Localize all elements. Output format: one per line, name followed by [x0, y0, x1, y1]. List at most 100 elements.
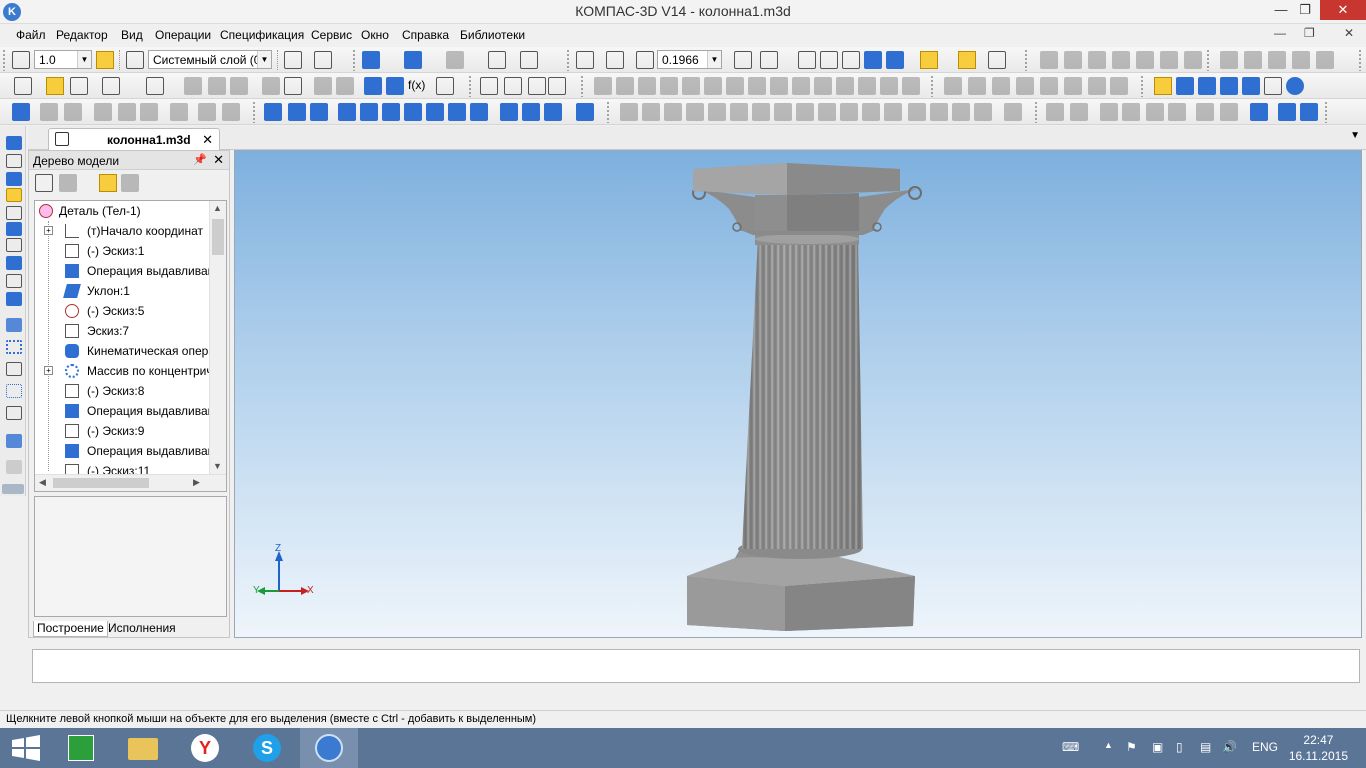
library4-icon[interactable]: [1242, 77, 1260, 95]
tab-list-arrow-icon[interactable]: ▼: [1350, 130, 1360, 141]
store-app-button[interactable]: [52, 728, 110, 768]
menu-service[interactable]: Сервис: [311, 28, 352, 42]
scroll-thumb[interactable]: [53, 478, 149, 488]
collect-icon[interactable]: [1004, 103, 1022, 121]
step-cursor-icon[interactable]: [12, 51, 30, 69]
sheet-bend-icon[interactable]: [1278, 103, 1296, 121]
shell-icon[interactable]: [544, 103, 562, 121]
roughness-icon[interactable]: [638, 77, 656, 95]
text-icon[interactable]: [594, 77, 612, 95]
language-indicator[interactable]: ENG: [1252, 740, 1278, 754]
grid-icon[interactable]: [118, 103, 136, 121]
expand-icon[interactable]: +: [44, 226, 53, 235]
expand-toolbar-icon[interactable]: [2, 484, 24, 494]
surfaces-icon[interactable]: [6, 172, 22, 186]
orient-icon[interactable]: [760, 51, 778, 69]
section-icon[interactable]: [988, 51, 1006, 69]
mark-icon[interactable]: [748, 77, 766, 95]
parameterize-icon[interactable]: [314, 51, 332, 69]
scroll-right-icon[interactable]: ▶: [193, 477, 200, 488]
tree-item[interactable]: Уклон:1: [35, 281, 209, 301]
hole-icon[interactable]: [500, 103, 518, 121]
3d-viewport[interactable]: Z Y X: [234, 150, 1362, 638]
sheet-metal-icon[interactable]: [1250, 103, 1268, 121]
dimensions-3d-icon[interactable]: [6, 238, 22, 252]
instant-render-icon[interactable]: [958, 51, 976, 69]
dimensions-icon[interactable]: [520, 51, 538, 69]
clock[interactable]: 22:47 16.11.2015: [1289, 732, 1348, 764]
copy-icon[interactable]: [1220, 51, 1238, 69]
surface4-icon[interactable]: [1016, 77, 1034, 95]
param-icon[interactable]: [170, 103, 188, 121]
measure-icon[interactable]: [1040, 51, 1058, 69]
zoom-combo[interactable]: 0.1966 ▼: [657, 50, 722, 69]
mirror-icon[interactable]: [1244, 51, 1262, 69]
table-array-icon[interactable]: [6, 406, 22, 420]
surface-loft-icon[interactable]: [1122, 103, 1140, 121]
open-icon[interactable]: [46, 77, 64, 95]
hexagon-icon[interactable]: [884, 103, 902, 121]
angle-icon[interactable]: [1112, 51, 1130, 69]
wireframe-icon[interactable]: [798, 51, 816, 69]
mdi-restore-icon[interactable]: ❐: [1304, 26, 1315, 40]
library-manager-icon[interactable]: [1154, 77, 1172, 95]
mdi-minimize-icon[interactable]: —: [1274, 26, 1286, 40]
surface8-icon[interactable]: [1110, 77, 1128, 95]
tree-item[interactable]: + (т)Начало координат: [35, 221, 209, 241]
center-icon[interactable]: [858, 77, 876, 95]
arc-icon[interactable]: [708, 103, 726, 121]
surface7-icon[interactable]: [1088, 77, 1106, 95]
polyline-icon[interactable]: [664, 103, 682, 121]
surface-extend-icon[interactable]: [1220, 103, 1238, 121]
ellipse-icon[interactable]: [730, 103, 748, 121]
axis-icon[interactable]: [528, 77, 546, 95]
snap-toggle-icon[interactable]: [96, 51, 114, 69]
menu-libraries[interactable]: Библиотеки: [460, 28, 525, 42]
snap-icon[interactable]: [222, 103, 240, 121]
local-cs-icon[interactable]: [284, 51, 302, 69]
rectangle-icon[interactable]: [774, 103, 792, 121]
close-panel-icon[interactable]: ✕: [213, 152, 224, 168]
position-icon[interactable]: [682, 77, 700, 95]
undo-icon[interactable]: [314, 77, 332, 95]
revolve-icon[interactable]: [288, 103, 306, 121]
property-bar[interactable]: [32, 649, 1360, 683]
surface2-icon[interactable]: [968, 77, 986, 95]
display-mode-icon[interactable]: [362, 51, 380, 69]
preview-icon[interactable]: [146, 77, 164, 95]
surface-sweep-icon[interactable]: [1100, 103, 1118, 121]
sheet-unfold-icon[interactable]: [1300, 103, 1318, 121]
mirror-array-icon[interactable]: [6, 434, 22, 448]
dim-linear-icon[interactable]: [792, 77, 810, 95]
check-icon[interactable]: [1292, 51, 1310, 69]
datum-icon[interactable]: [704, 77, 722, 95]
scroll-left-icon[interactable]: ◀: [39, 477, 46, 488]
battery-icon[interactable]: ▯: [1176, 740, 1183, 754]
dim-radius-icon[interactable]: [836, 77, 854, 95]
tree-view-mode-icon[interactable]: [59, 174, 77, 192]
tolerance-icon[interactable]: [726, 77, 744, 95]
chevron-down-icon[interactable]: ▼: [707, 51, 721, 68]
zoom-scale-icon[interactable]: [636, 51, 654, 69]
shaded-icon[interactable]: [864, 51, 882, 69]
manager-icon[interactable]: [364, 77, 382, 95]
plane-icon[interactable]: [504, 77, 522, 95]
format-painter-icon[interactable]: [262, 77, 280, 95]
menu-view[interactable]: Вид: [121, 28, 143, 42]
close-tab-icon[interactable]: ✕: [202, 132, 213, 148]
editing-detail-icon[interactable]: [6, 136, 22, 150]
tree-sort-icon[interactable]: [99, 174, 117, 192]
tab-versions[interactable]: Исполнения: [105, 621, 179, 637]
action-center-icon[interactable]: ▣: [1152, 740, 1163, 754]
tree-item[interactable]: Операция выдавливания: [35, 441, 209, 461]
surface3-icon[interactable]: [992, 77, 1010, 95]
formula-icon[interactable]: [198, 103, 216, 121]
tree-details-icon[interactable]: [121, 174, 139, 192]
new-file-icon[interactable]: [14, 77, 32, 95]
pattern-icon[interactable]: [576, 103, 594, 121]
select-filter-icon[interactable]: [920, 51, 938, 69]
surface5-icon[interactable]: [1040, 77, 1058, 95]
layers-icon[interactable]: [126, 51, 144, 69]
menu-window[interactable]: Окно: [361, 28, 389, 42]
cut-extrude-icon[interactable]: [360, 103, 378, 121]
